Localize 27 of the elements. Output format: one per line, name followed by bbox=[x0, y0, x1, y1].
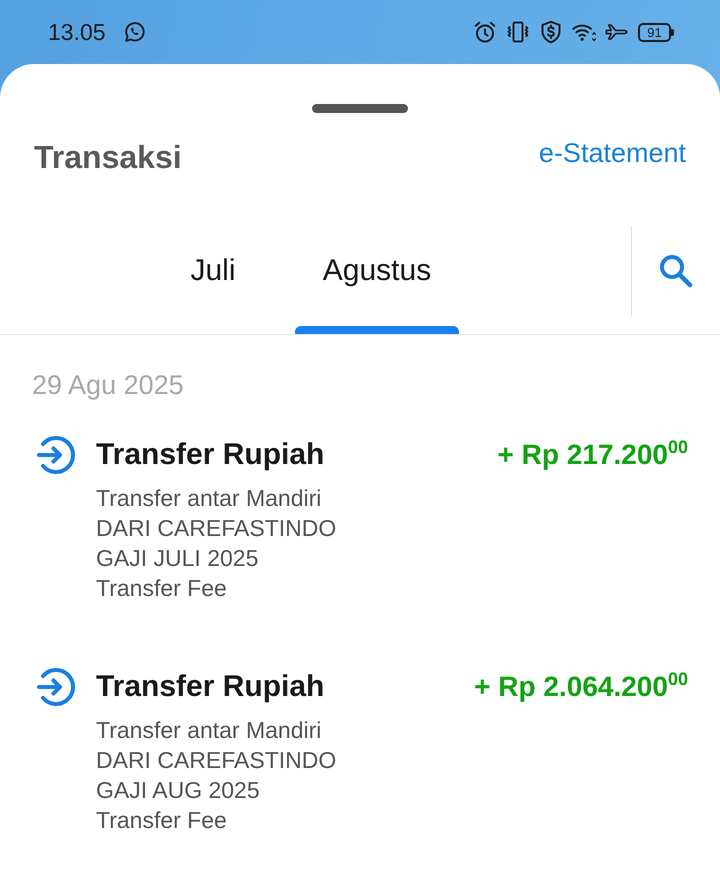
transaction-title: Transfer Rupiah bbox=[96, 437, 326, 473]
transaction-detail: GAJI AUG 2025 bbox=[96, 776, 261, 805]
page-title: Transaksi bbox=[34, 138, 182, 177]
transaction-title: Transfer Rupiah bbox=[96, 669, 326, 705]
transaction-detail: Transfer Fee bbox=[96, 574, 228, 603]
transaction-amount: + Rp 217.200$^{00}$ bbox=[498, 436, 688, 472]
transaction-detail: Transfer antar Mandiri bbox=[96, 716, 322, 745]
arrow-into-circle-icon bbox=[36, 435, 76, 475]
search-icon bbox=[659, 254, 693, 288]
transaction-detail: GAJI JULI 2025 bbox=[96, 544, 260, 573]
arrow-into-circle-icon bbox=[36, 667, 76, 707]
e-statement-link[interactable]: e-Statement bbox=[538, 135, 686, 171]
month-tab[interactable]: Juli bbox=[131, 226, 295, 334]
date-heading: 29 Agu 2025 bbox=[32, 370, 185, 400]
transaction-detail: DARI CAREFASTINDO bbox=[96, 746, 338, 775]
transaction-amount: + Rp 2.064.200$^{00}$ bbox=[474, 668, 688, 704]
battery-indicator: 91 bbox=[638, 22, 674, 42]
phone-bubble-icon bbox=[122, 20, 147, 44]
shield-icon bbox=[539, 20, 563, 44]
alarm-clock-icon bbox=[473, 20, 497, 44]
clock-time: 13.05 bbox=[48, 18, 106, 46]
transaction-detail: DARI CAREFASTINDO bbox=[96, 514, 338, 543]
transaction-detail: Transfer Fee bbox=[96, 806, 228, 835]
vibrating-phone-icon bbox=[506, 20, 530, 44]
month-tab[interactable]: Agustus bbox=[295, 226, 459, 334]
transaction-detail: Transfer antar Mandiri bbox=[96, 484, 322, 513]
drag-handle[interactable] bbox=[312, 104, 408, 113]
